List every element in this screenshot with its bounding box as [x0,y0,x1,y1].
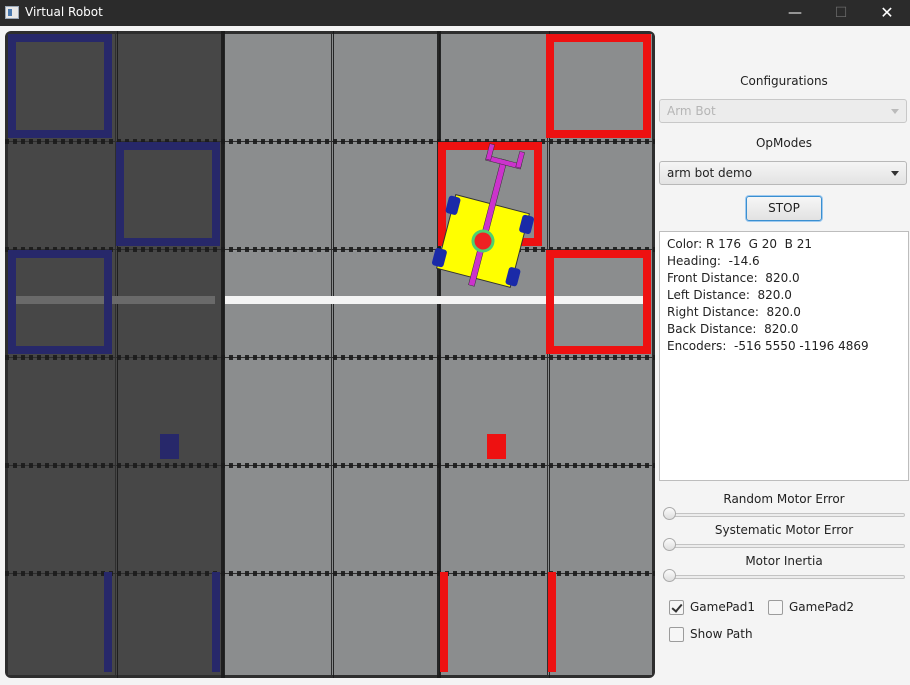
tile [548,466,652,573]
blue-zone-edge [104,572,112,672]
blue-marker [160,434,179,459]
slider-track [663,513,905,517]
field-canvas [5,31,655,678]
tile [8,574,115,675]
checkbox-box[interactable] [669,600,684,615]
configurations-label: Configurations [740,74,828,88]
tile [440,34,547,141]
tile [224,466,331,573]
red-zone-edge [548,572,556,672]
red-marker [487,434,506,459]
motor-inertia-slider[interactable] [663,569,905,585]
window-title: Virtual Robot [25,5,103,19]
red-zone-edge [440,572,448,672]
configuration-select-value: Arm Bot [667,104,716,118]
tile [224,142,331,249]
tile [8,34,115,141]
telemetry-line: Front Distance: 820.0 [667,271,800,285]
chevron-down-icon [891,109,899,114]
tile [332,574,439,675]
opmode-select-value: arm bot demo [667,166,753,180]
title-bar: Virtual Robot — ☐ ✕ [0,0,910,26]
chevron-down-icon [891,171,899,176]
opmodes-label: OpModes [755,136,812,150]
tile [8,142,115,249]
checkbox-box[interactable] [768,600,783,615]
slider-track [663,544,905,548]
configuration-select: Arm Bot [659,99,907,123]
telemetry-area[interactable]: Color: R 176 G 20 B 21 Heading: -14.6 Fr… [659,231,909,481]
tile [224,34,331,141]
tile [332,142,439,249]
tile [548,574,652,675]
opmode-select[interactable]: arm bot demo [659,161,907,185]
telemetry-line: Back Distance: 820.0 [667,322,799,336]
telemetry-line: Left Distance: 820.0 [667,288,792,302]
random-motor-error-slider[interactable] [663,507,905,523]
gamepad2-label: GamePad2 [789,600,855,614]
field-view [5,31,655,678]
systematic-motor-error-label: Systematic Motor Error [714,523,854,537]
tile [8,466,115,573]
telemetry-line: Encoders: -516 5550 -1196 4869 [667,339,869,353]
maximize-icon[interactable]: ☐ [818,0,864,26]
stop-button[interactable]: STOP [746,196,822,221]
tile [332,34,439,141]
tile [332,466,439,573]
tile [8,358,115,465]
tile [116,466,223,573]
blue-zone-edge [212,572,220,672]
telemetry-line: Color: R 176 G 20 B 21 [667,237,812,251]
gamepad1-label: GamePad1 [690,600,756,614]
slider-thumb[interactable] [663,507,676,520]
close-icon[interactable]: ✕ [864,0,910,26]
tile [224,358,331,465]
app-icon [5,6,19,19]
tile [440,574,547,675]
minimize-icon[interactable]: — [772,0,818,26]
show-path-label: Show Path [690,627,753,641]
tile [548,34,652,141]
slider-thumb[interactable] [663,569,676,582]
checkbox-box[interactable] [669,627,684,642]
telemetry-line: Right Distance: 820.0 [667,305,801,319]
tile [116,34,223,141]
tile [332,358,439,465]
tile [116,574,223,675]
telemetry-line: Heading: -14.6 [667,254,760,268]
slider-track [663,575,905,579]
slider-thumb[interactable] [663,538,676,551]
tile [548,142,652,249]
motor-inertia-label: Motor Inertia [745,554,823,568]
tile [224,574,331,675]
tile [440,466,547,573]
tile [548,358,652,465]
tile [116,142,223,249]
random-motor-error-label: Random Motor Error [723,492,845,506]
systematic-motor-error-slider[interactable] [663,538,905,554]
